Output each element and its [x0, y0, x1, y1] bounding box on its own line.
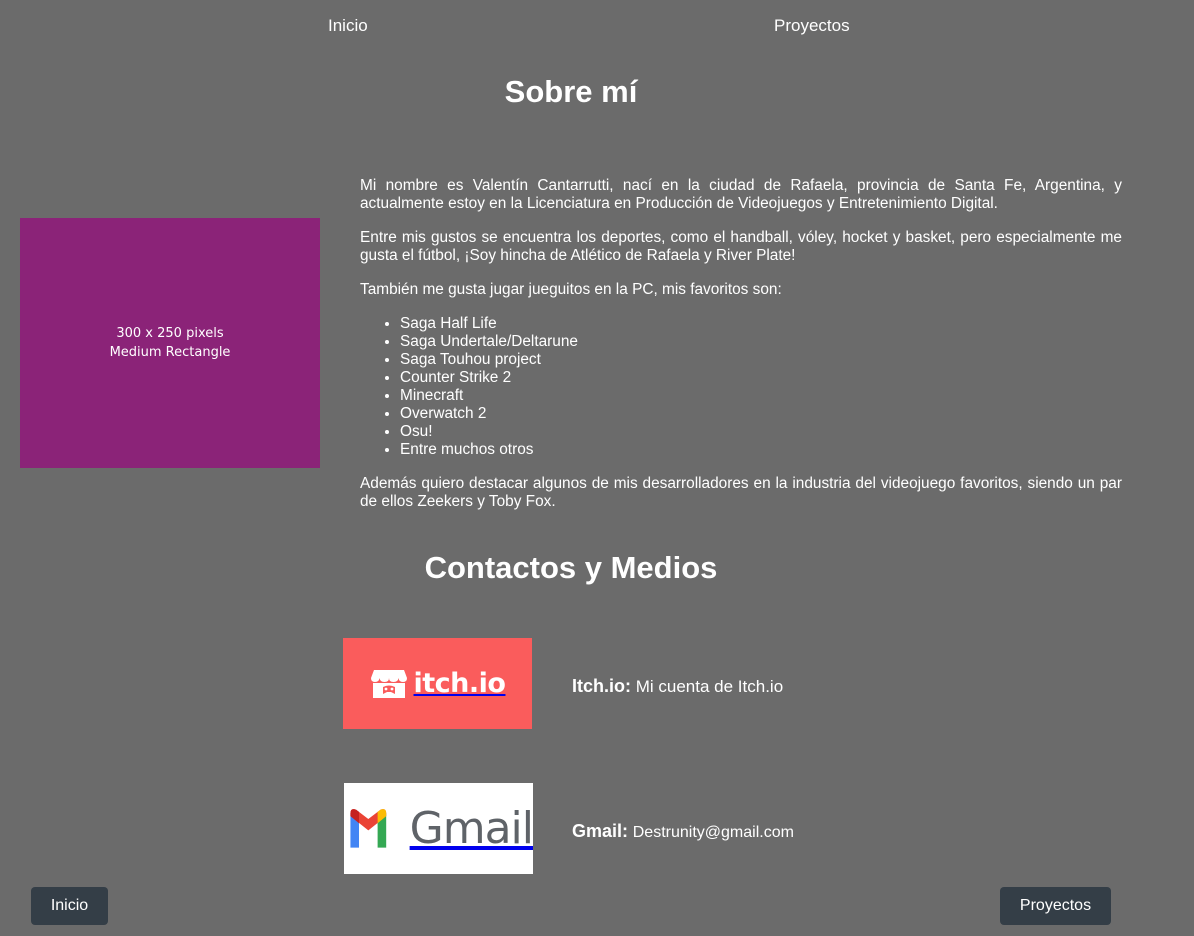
gmail-address-link[interactable]: Destrunity@gmail.com [633, 824, 794, 841]
nav-link-proyectos[interactable]: Proyectos [774, 16, 850, 36]
games-list: Saga Half Life Saga Undertale/Deltarune … [360, 315, 1122, 459]
itch-logo-text: itch.io [413, 668, 506, 699]
list-item: Entre muchos otros [400, 441, 1122, 459]
itch-contact: Itch.io: Mi cuenta de Itch.io [572, 676, 783, 697]
gmail-logo-text: Gmail [409, 803, 534, 854]
gmail-m-icon [350, 808, 387, 848]
contact-title: Contactos y Medios [424, 550, 718, 585]
list-item: Osu! [400, 423, 1122, 441]
list-item: Counter Strike 2 [400, 369, 1122, 387]
itch-account-link[interactable]: Mi cuenta de Itch.io [636, 677, 783, 696]
list-item: Minecraft [400, 387, 1122, 405]
ad-placeholder[interactable]: 300 x 250 pixels Medium Rectangle [20, 218, 320, 468]
page: Inicio Proyectos Sobre mí 300 x 250 pixe… [0, 0, 1194, 936]
gmail-logo-link[interactable]: Gmail [344, 783, 534, 874]
about-closing: Además quiero destacar algunos de mis de… [360, 475, 1122, 510]
list-item: Overwatch 2 [400, 405, 1122, 423]
itch-label: Itch.io: [572, 676, 631, 696]
ad-size-text: 300 x 250 pixels [116, 326, 224, 341]
footer-inicio-button[interactable]: Inicio [31, 887, 108, 925]
gmail-contact: Gmail: Destrunity@gmail.com [572, 821, 794, 842]
itch-store-icon [370, 669, 407, 698]
about-title: Sobre mí [504, 74, 638, 109]
gmail-label: Gmail: [572, 821, 629, 841]
list-item: Saga Undertale/Deltarune [400, 333, 1122, 351]
footer-proyectos-button[interactable]: Proyectos [1000, 887, 1111, 925]
about-paragraph: Mi nombre es Valentín Cantarrutti, nací … [360, 177, 1122, 212]
about-paragraph: También me gusta jugar jueguitos en la P… [360, 281, 782, 298]
itch-logo-link[interactable]: itch.io [343, 638, 532, 729]
about-paragraph: Entre mis gustos se encuentra los deport… [360, 229, 1122, 264]
list-item: Saga Half Life [400, 315, 1122, 333]
ad-type-text: Medium Rectangle [109, 345, 231, 360]
about-text: Mi nombre es Valentín Cantarrutti, nací … [360, 177, 1122, 527]
nav-link-inicio[interactable]: Inicio [328, 16, 368, 36]
list-item: Saga Touhou project [400, 351, 1122, 369]
